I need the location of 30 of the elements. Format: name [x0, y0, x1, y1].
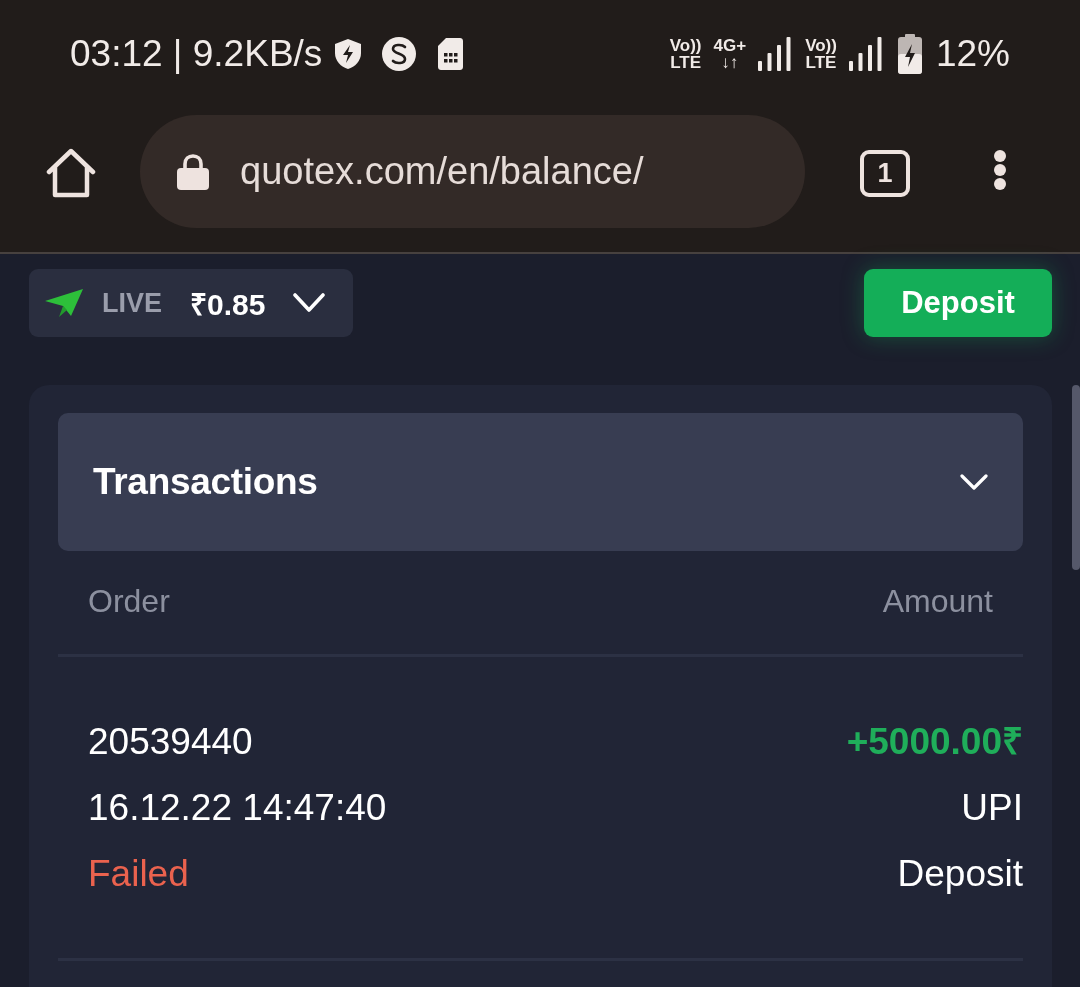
- tab-count-button[interactable]: 1: [860, 150, 910, 197]
- chevron-down-icon: [960, 474, 988, 490]
- mobile-data-indicator: 4G+ ↓↑: [713, 36, 747, 71]
- volte-indicator: Vo)) LTE: [805, 36, 837, 71]
- chevron-down-icon: [293, 293, 326, 313]
- transactions-header[interactable]: Transactions: [58, 413, 1023, 551]
- column-header: Amount: [882, 582, 993, 621]
- battery-percent: 12%: [935, 33, 1010, 74]
- transaction-date: 16.12.22 14:47:40: [88, 786, 387, 830]
- volte-indicator: Vo)) LTE: [669, 36, 702, 71]
- status-time-speed: 03:12 | 9.2KB/s: [70, 33, 323, 74]
- swirl-logo-icon: [382, 36, 417, 71]
- transaction-type: Deposit: [897, 852, 1023, 896]
- lock-icon: [177, 153, 209, 190]
- amount-value: +5000.00₹: [846, 720, 1023, 764]
- paper-plane-icon: [45, 289, 83, 317]
- order-number: 20539440: [88, 720, 253, 764]
- url-field[interactable]: quotex.com/en/balance/: [140, 115, 805, 228]
- scrollbar-thumb[interactable]: [1072, 385, 1080, 570]
- menu-icon[interactable]: [993, 149, 1007, 191]
- status-label: Failed: [88, 852, 189, 896]
- home-icon[interactable]: [45, 148, 97, 198]
- account-switcher[interactable]: LIVE ₹0.85: [29, 269, 353, 337]
- signal-strength-icon: [848, 36, 882, 71]
- shield-bolt-icon: [334, 37, 363, 70]
- battery-charging-icon: [897, 33, 922, 74]
- payment-method: UPI: [961, 786, 1023, 830]
- sim-card-icon: [438, 37, 464, 70]
- column-header: Order: [88, 582, 170, 621]
- signal-strength-icon: [758, 36, 792, 71]
